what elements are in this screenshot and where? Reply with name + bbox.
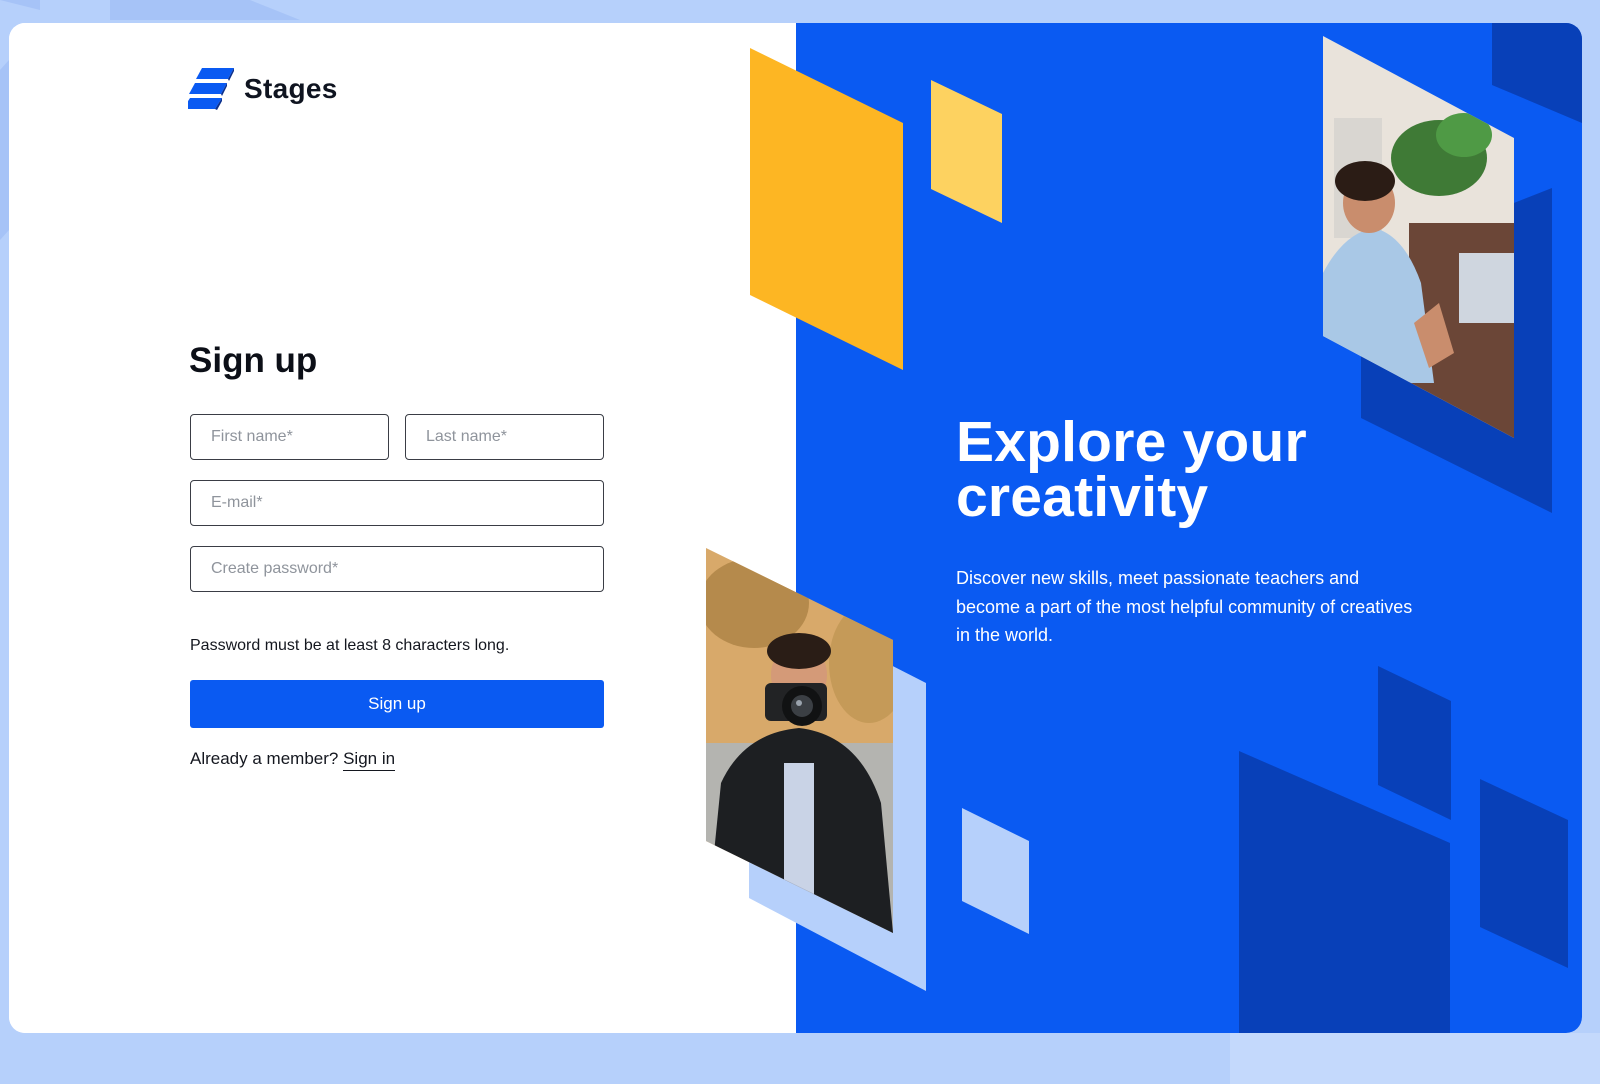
hero-description: Discover new skills, meet passionate tea…: [956, 568, 1413, 645]
signup-card: Stages Sign up Password must be at least…: [9, 23, 1582, 1033]
hero-headline-line2: creativity: [956, 465, 1209, 529]
hero-headline-line1: Explore your: [956, 410, 1307, 474]
hero-headline: Explore your creativity: [956, 410, 1307, 529]
photo-person-working: [706, 36, 1514, 933]
